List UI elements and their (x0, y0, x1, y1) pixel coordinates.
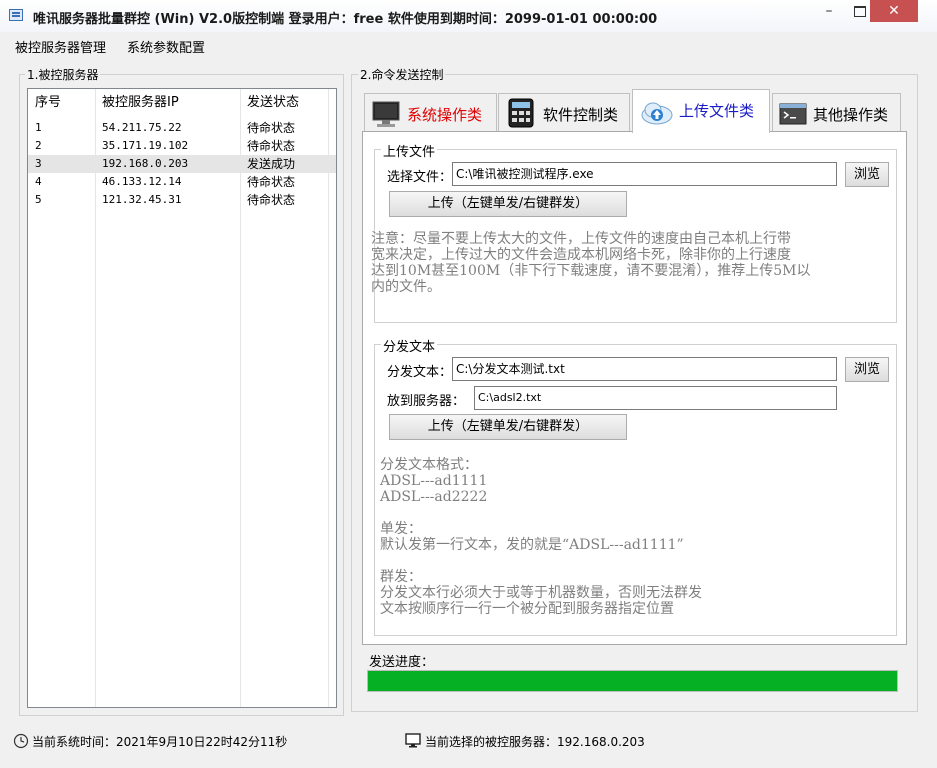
table-row[interactable]: 4 46.133.12.14 待命状态 (28, 173, 336, 191)
row-index: 5 (35, 193, 42, 206)
title-bar: 唯讯服务器批量群控 (Win) V2.0版控制端 登录用户：free 软件使用到… (0, 0, 937, 33)
table-row[interactable]: 1 54.211.75.22 待命状态 (28, 119, 336, 137)
list-header: 序号 被控服务器IP 发送状态 (28, 89, 336, 117)
upload-note-line: 达到10M甚至100M（非下行下载速度，请不要混淆），推荐上传5M以 (371, 263, 811, 279)
tab-system-operation[interactable]: 系统操作类 (364, 93, 497, 131)
upload-tab-page: 上传文件 选择文件： C:\唯讯被控测试程序.exe 浏览 上传（左键单发/右键… (362, 131, 907, 645)
format-line: 分发文本格式： (380, 457, 478, 473)
console-icon (779, 103, 807, 125)
row-ip: 35.171.19.102 (102, 139, 189, 152)
upload-note-line: 内的文件。 (371, 279, 441, 295)
row-ip: 192.168.0.203 (102, 157, 189, 170)
send-progress-bar (367, 670, 898, 692)
close-button[interactable]: ✕ (870, 0, 918, 22)
row-index: 4 (35, 175, 42, 188)
column-header-index[interactable]: 序号 (28, 89, 95, 117)
table-row[interactable]: 5 121.32.45.31 待命状态 (28, 191, 336, 209)
status-bar: 当前系统时间：2021年9月10日22时42分11秒 当前选择的被控服务器：19… (0, 725, 937, 755)
row-index: 2 (35, 139, 42, 152)
minimize-button[interactable]: – (816, 0, 842, 22)
tab-other-operation[interactable]: 其他操作类 (772, 93, 901, 131)
row-status: 待命状态 (247, 121, 296, 135)
format-line: 单发： (380, 521, 422, 537)
app-icon (9, 9, 23, 21)
row-status: 发送成功 (247, 157, 296, 171)
cloud-upload-icon (641, 102, 673, 125)
menu-server-management[interactable]: 被控服务器管理 (15, 37, 106, 56)
format-line: ADSL---ad2222 (380, 489, 488, 505)
row-ip: 54.211.75.22 (102, 121, 182, 134)
table-row[interactable]: 2 35.171.19.102 待命状态 (28, 137, 336, 155)
progress-fill (368, 671, 897, 691)
format-line: 文本按顺序行一行一个被分配到服务器指定位置 (380, 601, 674, 617)
tab-label: 系统操作类 (407, 106, 483, 124)
tab-software-control[interactable]: 软件控制类 (498, 93, 630, 131)
row-status: 待命状态 (247, 193, 296, 207)
tab-label: 其他操作类 (813, 106, 889, 124)
current-server: 当前选择的被控服务器：192.168.0.203 (425, 735, 645, 749)
browse-file-button[interactable]: 浏览 (845, 162, 889, 187)
monitor-icon (372, 101, 400, 127)
dest-server-label: 放到服务器： (387, 394, 466, 409)
upload-file-group-title: 上传文件 (381, 141, 438, 160)
row-status: 待命状态 (247, 139, 296, 153)
row-status: 待命状态 (247, 175, 296, 189)
system-time: 当前系统时间：2021年9月10日22时42分11秒 (32, 735, 288, 749)
server-list[interactable]: 序号 被控服务器IP 发送状态 1 54.211.75.22 待命状态 2 35… (27, 88, 337, 708)
row-index: 3 (35, 157, 42, 170)
server-monitor-icon (405, 733, 421, 748)
format-line: 默认发第一行文本，发的就是“ADSL---ad1111” (380, 537, 684, 553)
row-ip: 46.133.12.14 (102, 175, 182, 188)
row-index: 1 (35, 121, 42, 134)
format-line: 群发： (380, 569, 422, 585)
upload-file-button[interactable]: 上传（左键单发/右键群发） (389, 191, 627, 217)
table-row-selected[interactable]: 3 192.168.0.203 发送成功 (28, 155, 336, 173)
select-file-label: 选择文件： (387, 170, 453, 185)
dest-path-input[interactable]: C:\adsl2.txt (474, 386, 837, 410)
server-group-title: 1.被控服务器 (25, 66, 101, 83)
menu-bar: 被控服务器管理 系统参数配置 (0, 32, 937, 56)
menu-system-config[interactable]: 系统参数配置 (127, 37, 205, 56)
distribute-text-input[interactable]: C:\分发文本测试.txt (452, 357, 837, 381)
calculator-icon (508, 98, 534, 128)
browse-text-button[interactable]: 浏览 (845, 357, 889, 382)
format-line: ADSL---ad1111 (380, 473, 488, 489)
row-ip: 121.32.45.31 (102, 193, 182, 206)
upload-text-button[interactable]: 上传（左键单发/右键群发） (389, 414, 627, 440)
format-line: 分发文本行必须大于或等于机器数量，否则无法群发 (380, 585, 702, 601)
file-path-input[interactable]: C:\唯讯被控测试程序.exe (452, 162, 837, 186)
command-group-title: 2.命令发送控制 (358, 66, 446, 83)
column-header-ip[interactable]: 被控服务器IP (95, 89, 240, 117)
progress-label: 发送进度： (369, 655, 435, 670)
distribute-text-label: 分发文本： (387, 365, 453, 380)
upload-note-line: 宽来决定，上传过大的文件会造成本机网络卡死，除非你的上行速度 (371, 247, 791, 263)
tab-label: 上传文件类 (679, 102, 755, 120)
tab-upload-file[interactable]: 上传文件类 (632, 89, 770, 133)
maximize-icon (854, 5, 866, 17)
window-title: 唯讯服务器批量群控 (Win) V2.0版控制端 登录用户：free 软件使用到… (33, 12, 658, 27)
distribute-text-group-title: 分发文本 (381, 336, 438, 355)
upload-note-line: 注意：尽量不要上传太大的文件，上传文件的速度由自己本机上行带 (371, 231, 791, 247)
column-header-status[interactable]: 发送状态 (240, 89, 330, 117)
tab-label: 软件控制类 (543, 106, 619, 124)
clock-icon (13, 733, 29, 749)
